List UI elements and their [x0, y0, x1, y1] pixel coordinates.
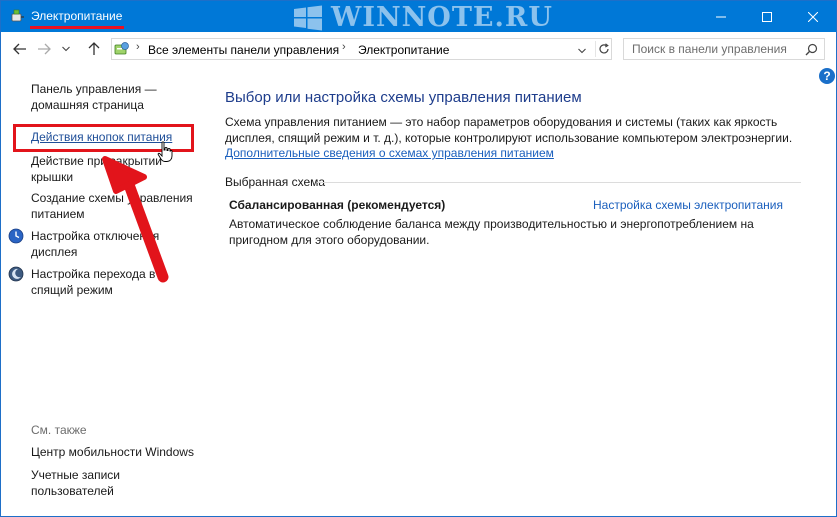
search-icon[interactable] [805, 43, 818, 56]
windows-logo-icon [294, 5, 322, 31]
plan-name: Сбалансированная (рекомендуется) [229, 198, 446, 212]
address-dropdown-button[interactable] [578, 43, 586, 57]
sidebar-item-lid-close[interactable]: Действие при закрытии крышки [31, 153, 166, 185]
up-arrow-icon [88, 42, 100, 55]
breadcrumb-all-items[interactable]: Все элементы панели управления [148, 43, 339, 57]
page-title: Выбор или настройка схемы управления пит… [225, 89, 582, 106]
more-info-link[interactable]: Дополнительные сведения о схемах управле… [225, 146, 554, 160]
search-input[interactable] [624, 39, 804, 59]
power-options-icon [11, 9, 24, 22]
group-divider [317, 182, 801, 183]
plan-settings-link[interactable]: Настройка схемы электропитания [593, 198, 783, 212]
back-button[interactable] [11, 40, 29, 58]
sidebar-home-link[interactable]: Панель управления — домашняя страница [31, 81, 201, 113]
chevron-down-icon [62, 46, 70, 52]
chevron-down-icon [578, 48, 586, 54]
help-icon[interactable]: ? [819, 68, 835, 84]
back-arrow-icon [13, 43, 26, 55]
sidebar-item-display-off[interactable]: Настройка отключения дисплея [31, 228, 171, 260]
watermark: WINNOTE.RU [293, 2, 553, 33]
minimize-icon [716, 16, 726, 17]
sidebar-item-user-accounts[interactable]: Учетные записи пользователей [31, 467, 161, 499]
address-bar: › Все элементы панели управления › Элект… [1, 32, 836, 66]
sidebar-item-mobility-center[interactable]: Центр мобильности Windows [31, 444, 201, 460]
refresh-icon [598, 43, 609, 54]
breadcrumb-power-options[interactable]: Электропитание [358, 43, 449, 57]
sidebar-item-create-plan[interactable]: Создание схемы управления питанием [31, 190, 196, 222]
hand-cursor-icon [157, 141, 173, 162]
title-bar[interactable]: Электропитание WINNOTE.RU [1, 1, 836, 32]
sidebar-item-sleep[interactable]: Настройка перехода в спящий режим [31, 266, 166, 298]
watermark-text: WINNOTE.RU [331, 2, 553, 33]
breadcrumb-separator: › [136, 41, 140, 53]
maximize-button[interactable] [744, 1, 790, 32]
sleep-moon-icon [8, 266, 24, 282]
plan-description: Автоматическое соблюдение баланса между … [229, 217, 754, 247]
window-controls [698, 1, 836, 32]
page-description: Схема управления питанием — это набор па… [225, 115, 793, 145]
maximize-icon [762, 11, 772, 22]
forward-button[interactable] [35, 40, 53, 58]
forward-arrow-icon [38, 43, 51, 55]
selected-plan-label: Выбранная схема [225, 175, 326, 189]
power-options-window: Электропитание WINNOTE.RU › Все элементы… [0, 0, 837, 517]
display-icon [8, 228, 24, 244]
breadcrumb-separator: › [342, 41, 346, 53]
control-panel-icon [114, 42, 129, 55]
close-icon [808, 11, 818, 22]
refresh-button[interactable] [595, 41, 611, 57]
search-box [623, 38, 825, 60]
close-button[interactable] [790, 1, 836, 32]
up-button[interactable] [85, 40, 103, 58]
minimize-button[interactable] [698, 1, 744, 32]
see-also-heading: См. также [31, 423, 87, 437]
address-path[interactable]: › Все элементы панели управления › Элект… [111, 38, 612, 60]
title-underline-mark [30, 26, 124, 29]
window-title: Электропитание [31, 9, 123, 23]
recent-locations-button[interactable] [57, 40, 75, 58]
